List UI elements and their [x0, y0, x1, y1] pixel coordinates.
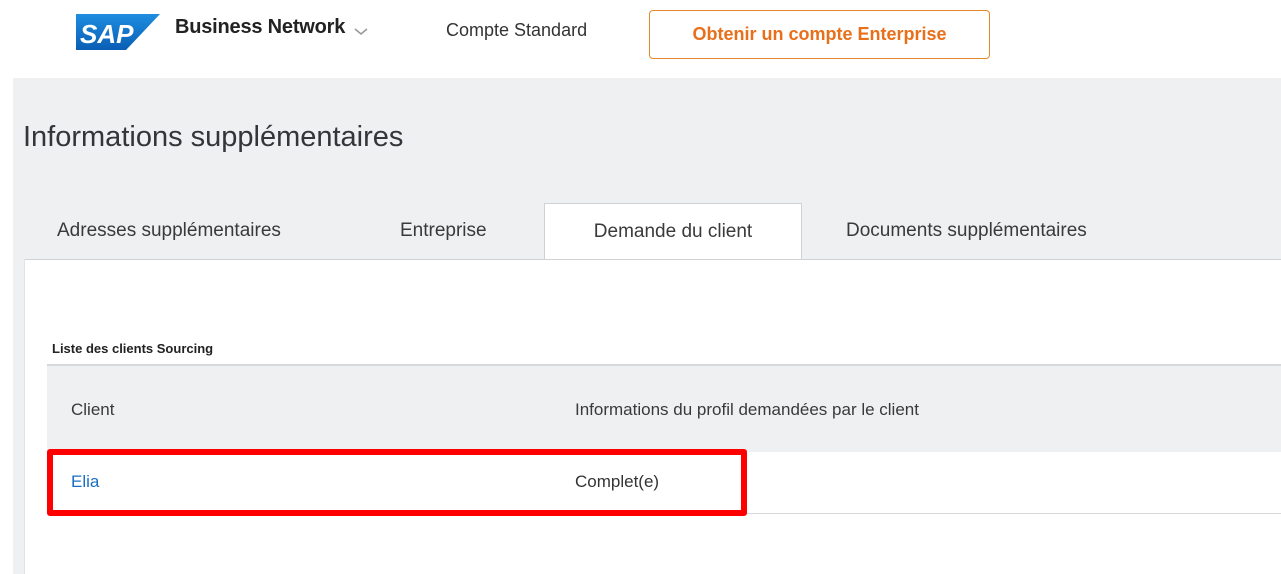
sap-logo-text: SAP	[80, 19, 134, 49]
table-header: Client Informations du profil demandées …	[47, 364, 1281, 452]
column-header-client: Client	[71, 400, 115, 419]
product-name: Business Network	[175, 16, 346, 38]
tab-company[interactable]: Entreprise	[374, 203, 544, 259]
page-title: Informations supplémentaires	[23, 121, 404, 153]
get-enterprise-account-button[interactable]: Obtenir un compte Enterprise	[649, 10, 990, 59]
top-header: SAP Business Network Compte Standard Obt…	[0, 0, 1281, 76]
profile-status: Complet(e)	[575, 472, 660, 491]
chevron-down-icon	[354, 27, 368, 35]
account-type-label: Compte Standard	[446, 20, 588, 40]
sourcing-clients-table: Client Informations du profil demandées …	[47, 364, 1281, 514]
tab-additional-documents[interactable]: Documents supplémentaires	[802, 203, 1202, 259]
client-link[interactable]: Elia	[71, 472, 99, 492]
tab-customer-request[interactable]: Demande du client	[544, 203, 802, 260]
tab-additional-addresses[interactable]: Adresses supplémentaires	[24, 203, 374, 259]
table-row: Elia Complet(e)	[47, 452, 1281, 514]
section-label: Liste des clients Sourcing	[52, 341, 214, 356]
column-header-profile-info: Informations du profil demandées par le …	[575, 400, 919, 419]
content-border	[24, 259, 25, 574]
sap-logo[interactable]: SAP	[76, 14, 160, 50]
product-switcher[interactable]: Business Network	[175, 16, 369, 39]
tab-bar: Adresses supplémentaires Entreprise Dema…	[24, 203, 1202, 260]
